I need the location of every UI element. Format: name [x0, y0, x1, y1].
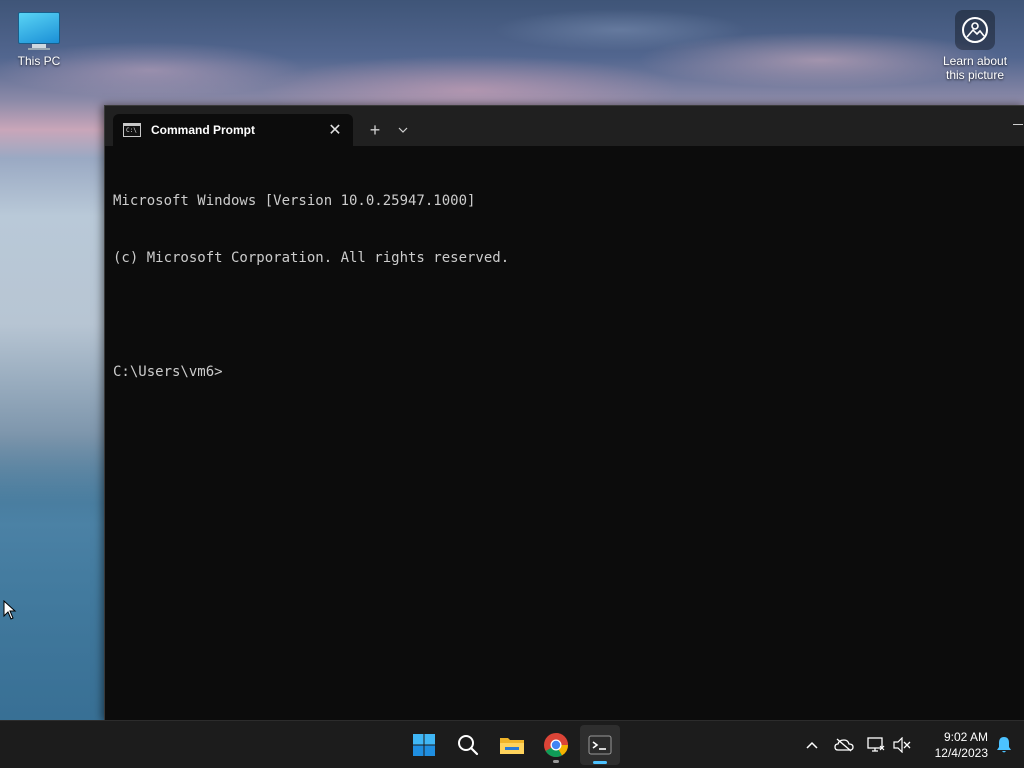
chevron-down-icon	[398, 127, 408, 133]
start-button[interactable]	[404, 725, 444, 765]
search-button[interactable]	[448, 725, 488, 765]
desktop-icon-label: this picture	[945, 68, 1005, 82]
bell-icon	[997, 737, 1011, 753]
tab-command-prompt[interactable]: C:\ Command Prompt ✕	[113, 114, 353, 146]
network-icon	[867, 737, 885, 752]
this-pc-icon	[8, 12, 70, 50]
running-indicator	[553, 760, 559, 763]
chevron-up-icon	[806, 741, 818, 749]
terminal-icon	[588, 735, 612, 755]
clock-date: 12/4/2023	[934, 746, 988, 760]
desktop-icon-label: Learn about	[942, 54, 1008, 68]
terminal-window[interactable]: C:\ Command Prompt ✕ + Microsoft Windows…	[104, 105, 1024, 721]
chrome-button[interactable]	[536, 725, 576, 765]
camera-icon	[955, 10, 995, 50]
desktop-icon-learn-about-picture[interactable]: Learn about this picture	[934, 10, 1016, 82]
system-clock[interactable]: 9:02 AM 12/4/2023	[918, 729, 988, 761]
volume-button[interactable]	[890, 733, 914, 757]
new-tab-button[interactable]: +	[363, 118, 387, 142]
volume-muted-icon	[893, 737, 911, 753]
search-icon	[458, 735, 479, 756]
console-prompt[interactable]: C:\Users\vm6>	[113, 363, 1017, 382]
tab-bar[interactable]: C:\ Command Prompt ✕ +	[105, 106, 1024, 146]
onedrive-button[interactable]	[832, 733, 856, 757]
start-icon	[413, 734, 435, 756]
file-explorer-button[interactable]	[492, 725, 532, 765]
console-line: (c) Microsoft Corporation. All rights re…	[113, 250, 510, 266]
desktop-icon-this-pc[interactable]: This PC	[8, 10, 70, 68]
tab-dropdown-button[interactable]	[393, 118, 413, 142]
close-tab-button[interactable]: ✕	[323, 118, 347, 142]
notifications-button[interactable]	[992, 733, 1016, 757]
console-line: Microsoft Windows [Version 10.0.25947.10…	[113, 193, 476, 209]
close-icon: ✕	[328, 122, 342, 139]
show-hidden-icons-button[interactable]	[800, 733, 824, 757]
file-explorer-icon	[500, 738, 524, 754]
active-indicator	[593, 761, 607, 764]
terminal-button[interactable]	[580, 725, 620, 765]
desktop-icon-label: This PC	[17, 54, 61, 68]
command-prompt-icon: C:\	[123, 123, 141, 137]
clock-time: 9:02 AM	[943, 730, 988, 744]
console-output[interactable]: Microsoft Windows [Version 10.0.25947.10…	[113, 154, 1017, 713]
mouse-cursor-icon	[3, 600, 17, 620]
network-button[interactable]	[864, 733, 888, 757]
plus-icon: +	[369, 119, 381, 140]
cloud-off-icon	[834, 738, 854, 752]
taskbar: 9:02 AM 12/4/2023	[0, 720, 1024, 768]
tab-title: Command Prompt	[151, 123, 256, 137]
minimize-button[interactable]	[1011, 118, 1024, 132]
chrome-icon	[544, 733, 568, 758]
